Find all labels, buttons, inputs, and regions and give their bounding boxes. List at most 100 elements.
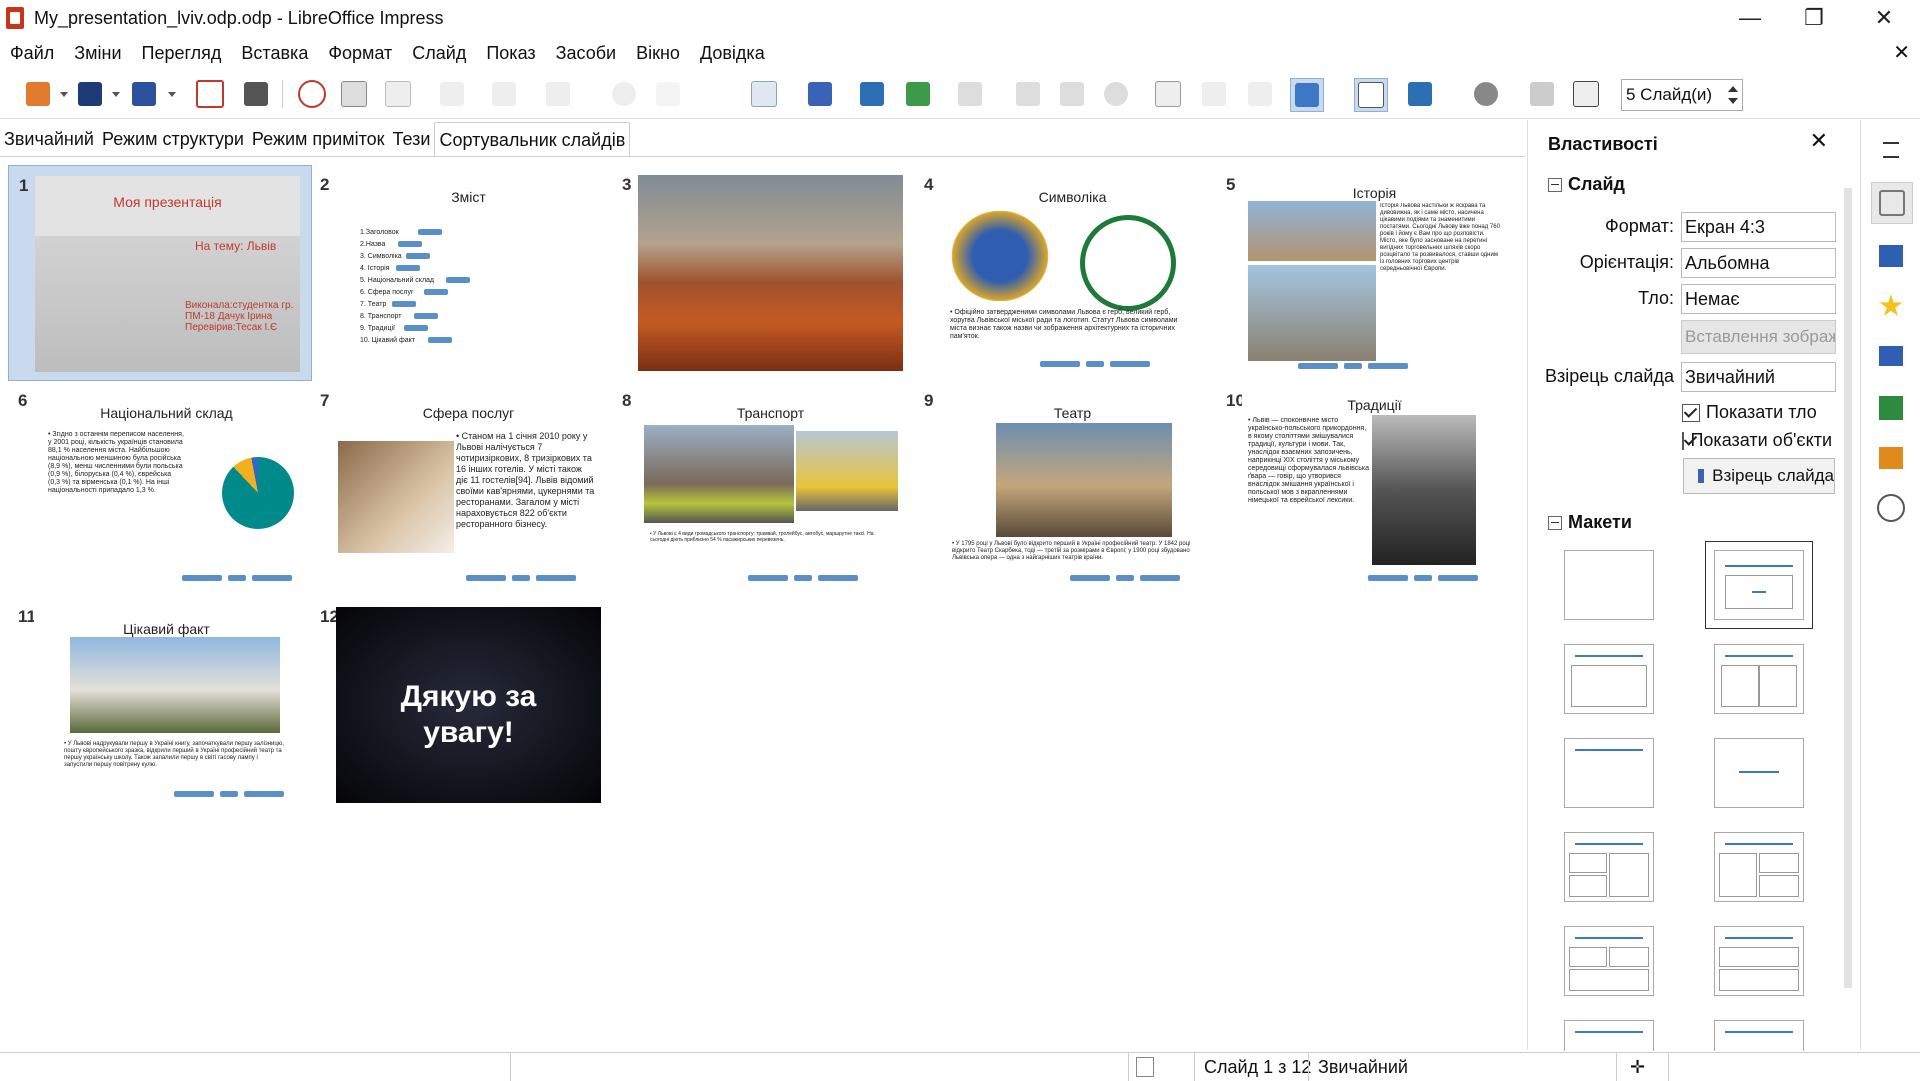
slide-thumbnail-4[interactable]: 4 Символіка • Офіційно затвердженими сим…: [914, 165, 1216, 379]
copy-icon[interactable]: [338, 78, 370, 110]
navigator-tab-icon[interactable]: [1871, 488, 1911, 528]
background-select[interactable]: Немає: [1681, 284, 1836, 314]
start-first-slide-icon[interactable]: [856, 78, 888, 110]
cut-icon[interactable]: [296, 78, 328, 110]
properties-tab-icon[interactable]: [1871, 182, 1913, 224]
menu-window[interactable]: Вікно: [626, 43, 690, 64]
layout-title-2content-over-content[interactable]: [1564, 926, 1654, 996]
slide-thumbnail-10[interactable]: 10 Традиції • Львів — споконвічне місто …: [1216, 381, 1518, 595]
chart-icon[interactable]: [1056, 78, 1088, 110]
table-icon[interactable]: [954, 78, 986, 110]
layout-title-6content[interactable]: [1714, 1020, 1804, 1051]
tab-slide-sorter[interactable]: Сортувальник слайдів: [434, 121, 631, 157]
select-pointer-icon[interactable]: [1354, 78, 1388, 112]
insert-image-button[interactable]: Вставлення зображення: [1681, 320, 1836, 354]
menu-format[interactable]: Формат: [318, 43, 402, 64]
close-document-icon[interactable]: ✕: [1893, 40, 1910, 65]
slide-sorter-view-icon[interactable]: [1290, 78, 1324, 112]
hide-slide-icon[interactable]: [1570, 78, 1602, 110]
layout-title-slide[interactable]: [1705, 541, 1813, 629]
slides-per-row-stepper[interactable]: 5 Слайд(и): [1621, 79, 1743, 111]
gallery-tab-icon[interactable]: [1871, 438, 1911, 478]
slide-thumbnail-6[interactable]: 6 Національний склад • Згідно з останнім…: [8, 381, 310, 595]
insert-line-icon[interactable]: [1244, 78, 1276, 110]
slide-thumbnail-3[interactable]: 3: [612, 165, 914, 379]
print-icon[interactable]: [240, 78, 272, 110]
save-icon[interactable]: [128, 78, 160, 110]
stepper-down-icon[interactable]: [1728, 98, 1738, 104]
master-slides-tab-icon[interactable]: [1871, 336, 1911, 376]
slide-number: 7: [320, 391, 330, 410]
layouts-section-header[interactable]: Макети: [1548, 512, 1632, 533]
menu-insert[interactable]: Вставка: [231, 43, 318, 64]
tab-outline[interactable]: Режим структури: [98, 122, 248, 156]
slide-title: Історія: [1352, 185, 1397, 201]
slide-thumbnail-1[interactable]: 1 Моя презентація На тему: Львів Виконал…: [8, 165, 312, 381]
slide-transition-tab-icon[interactable]: [1871, 236, 1911, 276]
find-replace-icon[interactable]: [608, 78, 640, 110]
layout-blank[interactable]: [1564, 550, 1654, 620]
styles-tab-icon[interactable]: [1871, 388, 1911, 428]
image-icon[interactable]: [1012, 78, 1044, 110]
rehearse-timings-icon[interactable]: [1526, 78, 1558, 110]
clone-formatting-icon[interactable]: [436, 78, 468, 110]
slide-thumbnail-8[interactable]: 8 Транспорт • У Львові є 4 види громадсь…: [612, 381, 914, 595]
paste-icon[interactable]: [382, 78, 414, 110]
spelling-icon[interactable]: [652, 78, 684, 110]
slide-thumbnail-5[interactable]: 5 Історія Історія Львова настільки ж яск…: [1216, 165, 1518, 379]
sidebar-scrollbar[interactable]: [1839, 168, 1857, 1048]
menu-slide[interactable]: Слайд: [402, 43, 476, 64]
display-views-icon[interactable]: [748, 78, 780, 110]
menu-help[interactable]: Довідка: [690, 43, 775, 64]
new-document-icon[interactable]: [22, 78, 54, 110]
animation-tab-icon[interactable]: [1871, 286, 1911, 326]
slide-thumbnail-7[interactable]: 7 Сфера послуг • Станом на 1 січня 2010 …: [310, 381, 612, 595]
text-box-icon[interactable]: [1152, 78, 1184, 110]
slide-thumbnail-2[interactable]: 2 Зміст 1.Заголовок 2.Назва 3. Символіка…: [310, 165, 612, 379]
layout-title-content-2content[interactable]: [1714, 832, 1804, 902]
menu-edit[interactable]: Зміни: [64, 43, 131, 64]
slide-thumbnail-9[interactable]: 9 Театр • У 1795 році у Львові було відк…: [914, 381, 1216, 595]
layout-title-two-content[interactable]: [1714, 644, 1804, 714]
sidebar-menu-icon[interactable]: [1871, 130, 1911, 170]
templates-icon[interactable]: [74, 78, 106, 110]
show-objects-checkbox[interactable]: Показати об'єкти: [1682, 430, 1832, 451]
layout-title-only[interactable]: [1564, 738, 1654, 808]
tab-normal[interactable]: Звичайний: [0, 122, 98, 156]
format-select[interactable]: Екран 4:3: [1681, 212, 1836, 242]
stepper-up-icon[interactable]: [1728, 86, 1738, 92]
menu-view[interactable]: Перегляд: [132, 43, 232, 64]
sidebar-close-icon[interactable]: ✕: [1810, 128, 1828, 154]
redo-icon[interactable]: [542, 78, 574, 110]
slide-show-icon[interactable]: [1404, 78, 1436, 110]
slide-transition-icon[interactable]: [1470, 78, 1502, 110]
orientation-select[interactable]: Альбомна: [1681, 248, 1836, 278]
layout-title-4content[interactable]: [1564, 1020, 1654, 1051]
tab-handout[interactable]: Тези: [389, 122, 435, 156]
close-window-button[interactable]: ✕: [1856, 0, 1912, 36]
slide-thumbnail-11[interactable]: 11 Цікавий факт • У Львові надрукували п…: [8, 597, 310, 811]
minimize-button[interactable]: —: [1722, 0, 1778, 36]
layout-title-2content-content[interactable]: [1564, 832, 1654, 902]
layout-title-content-over-content[interactable]: [1714, 926, 1804, 996]
export-pdf-icon[interactable]: [194, 78, 226, 110]
tab-notes[interactable]: Режим приміток: [248, 122, 389, 156]
restore-button[interactable]: ❐: [1786, 0, 1842, 36]
master-slide-button[interactable]: Взірець слайда: [1683, 458, 1835, 494]
fontwork-icon[interactable]: [1198, 78, 1230, 110]
layout-centered-text[interactable]: [1714, 738, 1804, 808]
menu-slideshow[interactable]: Показ: [476, 43, 545, 64]
menu-tools[interactable]: Засоби: [546, 43, 626, 64]
undo-icon[interactable]: [488, 78, 520, 110]
media-icon[interactable]: [1100, 78, 1132, 110]
master-select[interactable]: Звичайний: [1681, 362, 1836, 392]
layout-title-content[interactable]: [1564, 644, 1654, 714]
start-current-slide-icon[interactable]: [902, 78, 934, 110]
status-bar: Слайд 1 з 12 Звичайний ✛: [0, 1052, 1920, 1081]
slide-thumbnail-12[interactable]: 12 Дякую за увагу!: [310, 597, 612, 811]
scrollbar-track[interactable]: [1844, 188, 1852, 988]
slide-section-header[interactable]: Слайд: [1548, 174, 1625, 195]
menu-file[interactable]: Файл: [0, 43, 64, 64]
show-background-checkbox[interactable]: Показати тло: [1682, 402, 1817, 423]
master-slide-icon[interactable]: [804, 78, 836, 110]
